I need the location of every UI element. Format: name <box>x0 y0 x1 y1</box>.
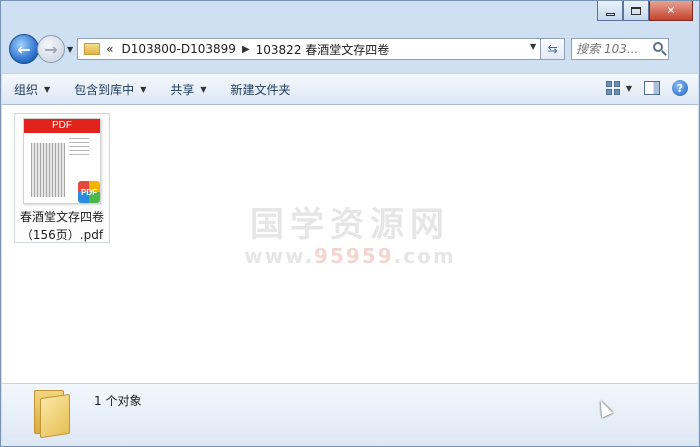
search-icon[interactable] <box>653 42 664 52</box>
watermark-title: 国学资源网 <box>250 205 450 245</box>
folder-icon <box>30 390 70 439</box>
breadcrumb-item-range[interactable]: D103800-D103899 <box>122 42 236 56</box>
arrow-right-icon: → <box>44 39 58 59</box>
navigation-row: ← → ▼ « D103800-D103899 ▶ 103822 春酒堂文存四卷… <box>9 33 693 65</box>
watermark-url-prefix: www. <box>244 244 315 268</box>
arrow-left-icon: ← <box>17 39 31 59</box>
maximize-button[interactable] <box>623 1 649 21</box>
refresh-icon: ⇆ <box>547 42 558 56</box>
command-bar: 组织 ▼ 包含到库中 ▼ 共享 ▼ 新建文件夹 ▼ ? <box>2 73 698 105</box>
file-name[interactable]: 春酒堂文存四卷 （156页）.pdf <box>15 208 109 244</box>
preview-pane-icon[interactable] <box>644 81 660 95</box>
maximize-icon <box>631 6 641 15</box>
caption-buttons: ✕ <box>597 1 693 21</box>
file-name-line1: 春酒堂文存四卷 <box>19 210 104 224</box>
search-input[interactable] <box>576 42 649 56</box>
breadcrumb-item-current[interactable]: 103822 春酒堂文存四卷 <box>256 41 390 58</box>
minimize-icon <box>605 12 615 16</box>
chevron-down-icon: ▼ <box>140 84 147 94</box>
include-in-library-menu[interactable]: 包含到库中 ▼ <box>62 74 158 104</box>
close-button[interactable]: ✕ <box>649 1 693 21</box>
new-folder-button[interactable]: 新建文件夹 <box>219 74 303 104</box>
chevron-down-icon: ▼ <box>44 84 51 94</box>
minimize-button[interactable] <box>597 1 623 21</box>
pdf-thumbnail: PDF PDF <box>23 118 101 204</box>
file-list-pane[interactable]: PDF PDF 春酒堂文存四卷 （156页）.pdf 国学资源网 www.959… <box>2 105 698 383</box>
pdf-page-preview <box>31 143 65 197</box>
recent-pages-dropdown[interactable]: ▼ <box>67 45 73 54</box>
view-dropdown-icon[interactable]: ▼ <box>626 84 632 93</box>
share-label: 共享 <box>170 82 195 97</box>
back-button[interactable]: ← <box>9 34 39 64</box>
details-pane: 1 个对象 <box>2 383 698 446</box>
chevron-down-icon: ▼ <box>200 84 207 94</box>
share-menu[interactable]: 共享 ▼ <box>158 74 218 104</box>
address-bar[interactable]: « D103800-D103899 ▶ 103822 春酒堂文存四卷 ▼ <box>77 38 542 60</box>
watermark-url-number: 95959 <box>314 244 394 268</box>
explorer-window: ✕ ← → ▼ « D103800-D103899 ▶ 103822 春酒堂文存… <box>0 0 700 447</box>
address-dropdown-icon[interactable]: ▼ <box>530 42 536 51</box>
toolbar-right-group: ▼ ? <box>605 80 688 96</box>
search-box[interactable] <box>571 38 670 60</box>
forward-button[interactable]: → <box>37 35 65 63</box>
watermark: 国学资源网 www.95959.com <box>230 197 470 268</box>
new-folder-label: 新建文件夹 <box>230 82 291 97</box>
include-library-label: 包含到库中 <box>74 82 135 97</box>
breadcrumb-overflow[interactable]: « <box>106 42 113 56</box>
refresh-button[interactable]: ⇆ <box>541 38 566 60</box>
organize-label: 组织 <box>14 82 39 97</box>
change-view-icon[interactable] <box>605 81 622 95</box>
file-name-line2: （156页）.pdf <box>20 228 104 242</box>
help-icon[interactable]: ? <box>672 80 688 96</box>
folder-icon <box>84 43 101 55</box>
pdf-banner: PDF <box>24 119 100 133</box>
organize-menu[interactable]: 组织 ▼ <box>2 74 62 104</box>
file-item[interactable]: PDF PDF 春酒堂文存四卷 （156页）.pdf <box>14 113 110 243</box>
pdf-icon: PDF <box>78 181 100 203</box>
watermark-url-suffix: .com <box>393 244 456 268</box>
chevron-right-icon[interactable]: ▶ <box>242 44 250 55</box>
close-icon: ✕ <box>666 4 676 17</box>
watermark-url: www.95959.com <box>230 244 470 268</box>
item-count: 1 个对象 <box>94 394 142 408</box>
pdf-page-preview-secondary <box>69 135 89 155</box>
